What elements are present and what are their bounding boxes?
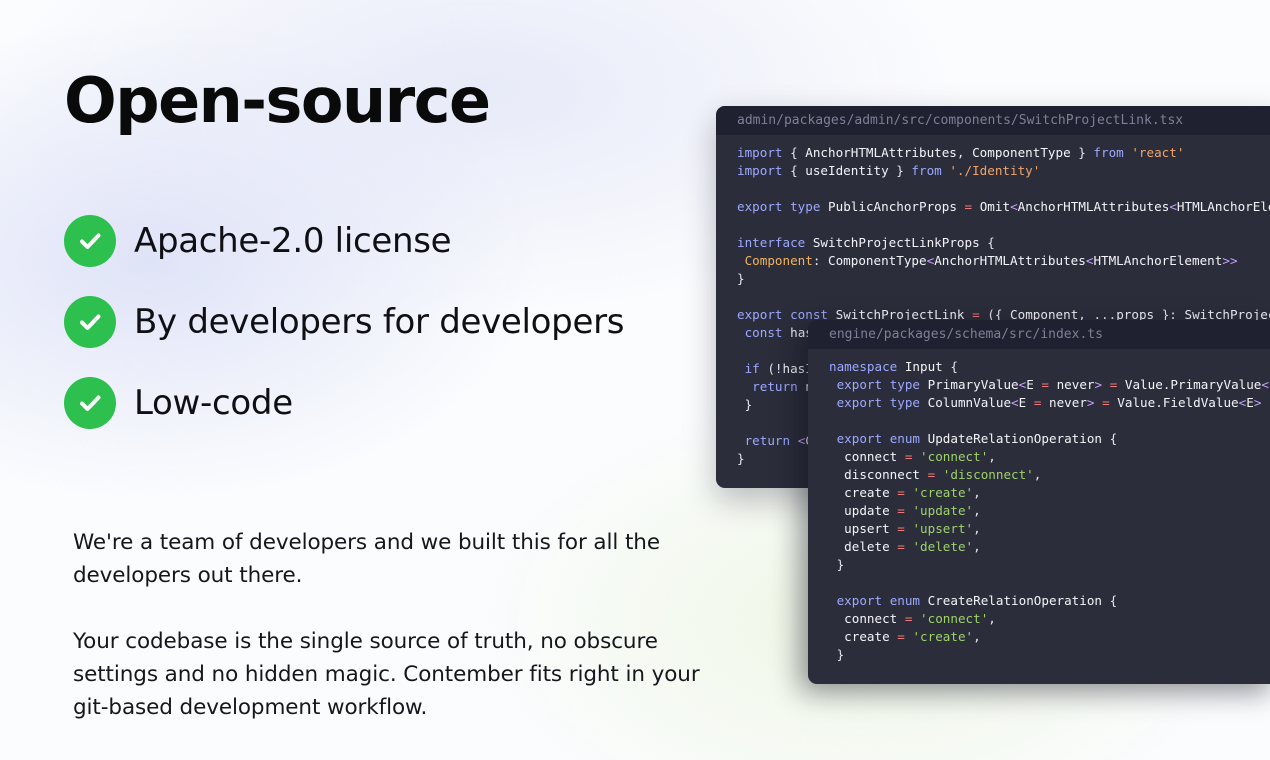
feature-label: By developers for developers bbox=[134, 302, 625, 342]
code-line: } bbox=[737, 271, 745, 286]
code-line: export type PrimaryValue<E = never> = Va… bbox=[836, 377, 1270, 392]
code-line: update = 'update', bbox=[844, 503, 981, 518]
description: We're a team of developers and we built … bbox=[73, 526, 733, 757]
code-window-schema-index: engine/packages/schema/src/index.ts name… bbox=[808, 320, 1270, 684]
feature-item-low-code: Low-code bbox=[64, 376, 624, 430]
code-line: import { AnchorHTMLAttributes, Component… bbox=[737, 145, 1185, 160]
code-line: disconnect = 'disconnect', bbox=[844, 467, 1042, 482]
check-circle-icon bbox=[64, 377, 116, 429]
code-line: connect = 'connect', bbox=[844, 611, 996, 626]
file-path: engine/packages/schema/src/index.ts bbox=[808, 320, 1270, 349]
code-line: connect = 'connect', bbox=[844, 449, 996, 464]
code-line: export enum CreateRelationOperation { bbox=[836, 593, 1118, 608]
page-title: Open-source bbox=[64, 64, 491, 137]
code-line: export type PublicAnchorProps = Omit<Anc… bbox=[737, 199, 1270, 214]
code-line: import { useIdentity } from './Identity' bbox=[737, 163, 1041, 178]
code-line: create = 'create', bbox=[844, 485, 981, 500]
code-line: upsert = 'upsert', bbox=[844, 521, 981, 536]
feature-item-developers: By developers for developers bbox=[64, 295, 624, 349]
code-line: Component: ComponentType<AnchorHTMLAttri… bbox=[744, 253, 1238, 268]
file-path: admin/packages/admin/src/components/Swit… bbox=[716, 106, 1270, 135]
code-line: export type ColumnValue<E = never> = Val… bbox=[836, 395, 1262, 410]
description-paragraph: Your codebase is the single source of tr… bbox=[73, 629, 700, 720]
description-paragraph: We're a team of developers and we built … bbox=[73, 530, 660, 588]
code-body: namespace Input { export type PrimaryVal… bbox=[808, 349, 1270, 664]
code-line: } bbox=[829, 647, 845, 662]
feature-label: Apache-2.0 license bbox=[134, 221, 452, 261]
code-line: } bbox=[829, 557, 845, 572]
feature-label: Low-code bbox=[134, 383, 293, 423]
code-line: namespace Input { bbox=[829, 359, 958, 374]
check-circle-icon bbox=[64, 296, 116, 348]
code-line: interface SwitchProjectLinkProps { bbox=[737, 235, 995, 250]
feature-list: Apache-2.0 license By developers for dev… bbox=[64, 214, 624, 457]
code-line: export enum UpdateRelationOperation { bbox=[836, 431, 1118, 446]
check-circle-icon bbox=[64, 215, 116, 267]
code-line: delete = 'delete', bbox=[844, 539, 981, 554]
code-line: create = 'create', bbox=[844, 629, 981, 644]
feature-item-license: Apache-2.0 license bbox=[64, 214, 624, 268]
